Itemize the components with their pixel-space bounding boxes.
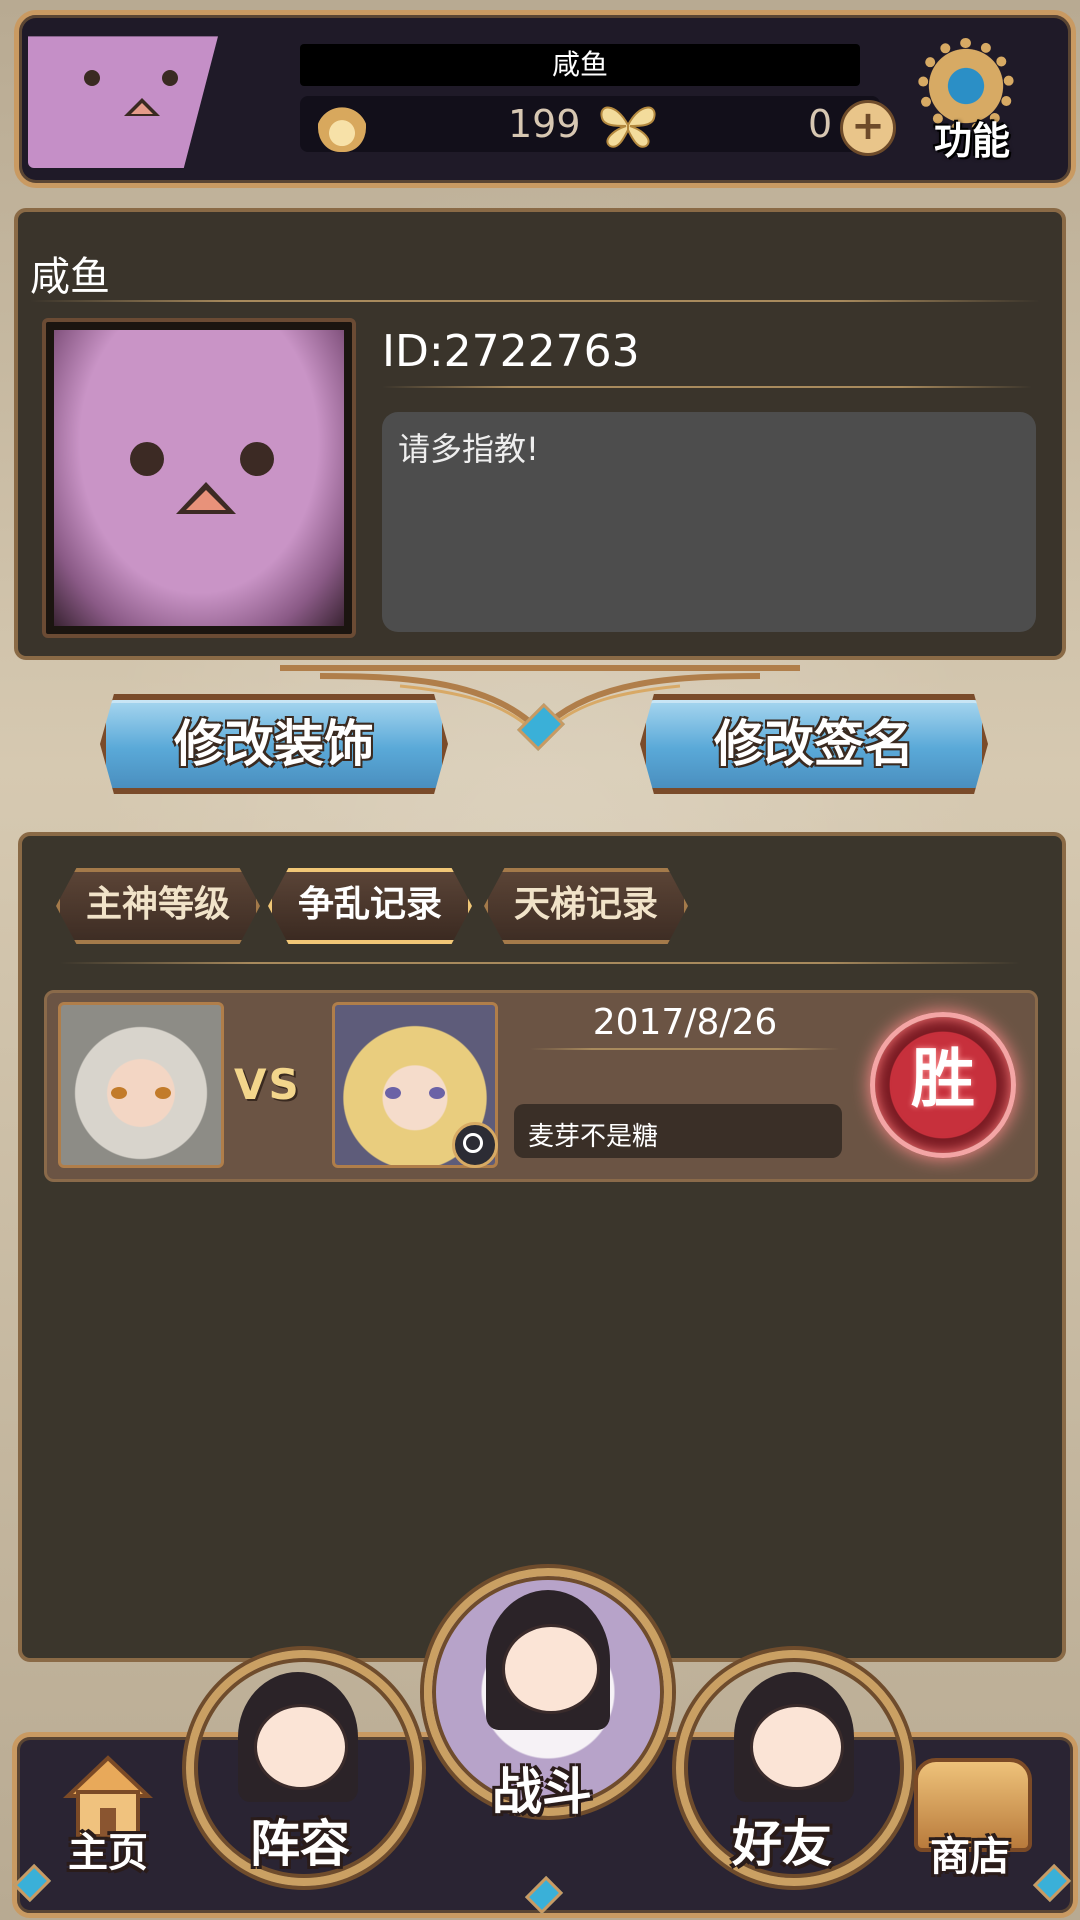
win-stamp: 胜 xyxy=(870,1012,1016,1158)
butterfly-currency-icon xyxy=(600,106,656,148)
chibi-face xyxy=(750,1704,844,1790)
avatar-eye xyxy=(240,442,274,476)
opponent-name: 麦芽不是糖 xyxy=(528,1122,659,1152)
player-id: ID:2722763 xyxy=(382,326,640,377)
tab-ladder-records[interactable]: 天梯记录 xyxy=(484,868,688,944)
add-currency-button[interactable]: + xyxy=(840,100,896,156)
function-button-label[interactable]: 功能 xyxy=(922,110,1022,165)
avatar-mouth xyxy=(124,98,160,116)
edit-decoration-button[interactable]: 修改装饰 xyxy=(100,694,448,794)
avatar-mouth xyxy=(176,482,236,514)
flame-currency-icon xyxy=(318,98,366,152)
signature-text: 请多指教! xyxy=(398,430,539,468)
records-panel xyxy=(18,832,1066,1662)
portrait-eye xyxy=(155,1087,171,1099)
magnifier-icon[interactable] xyxy=(452,1122,498,1168)
nav-shop-label[interactable]: 商店 xyxy=(930,1824,1010,1882)
divider-line xyxy=(530,1048,840,1050)
portrait-eye xyxy=(111,1087,127,1099)
chibi-face xyxy=(502,1624,600,1714)
player-avatar-large[interactable] xyxy=(42,318,356,638)
currency-main-value: 199 xyxy=(508,102,581,146)
divider-line xyxy=(30,300,1040,302)
nav-friends-label[interactable]: 好友 xyxy=(732,1804,832,1876)
profile-name: 咸鱼 xyxy=(30,254,110,300)
vs-label: VS xyxy=(234,1060,301,1109)
divider-line xyxy=(60,962,1020,964)
record-date: 2017/8/26 xyxy=(592,1002,778,1043)
nav-home-label[interactable]: 主页 xyxy=(68,1820,148,1878)
currency-bar xyxy=(300,96,880,152)
avatar-eye xyxy=(130,442,164,476)
edit-signature-button[interactable]: 修改签名 xyxy=(640,694,988,794)
portrait-eye xyxy=(429,1087,445,1099)
avatar-eye xyxy=(84,70,100,86)
avatar-image xyxy=(54,330,344,626)
tab-god-level[interactable]: 主神等级 xyxy=(56,868,260,944)
divider-line xyxy=(382,386,1032,388)
player-character-portrait xyxy=(58,1002,224,1168)
currency-secondary-value: 0 xyxy=(808,102,833,146)
nav-battle-label[interactable]: 战斗 xyxy=(492,1752,592,1824)
chibi-face xyxy=(254,1704,348,1790)
player-name-header: 咸鱼 xyxy=(300,44,860,86)
nav-lineup-label[interactable]: 阵容 xyxy=(250,1804,350,1876)
avatar-eye xyxy=(162,70,178,86)
tab-battle-records[interactable]: 争乱记录 xyxy=(268,868,472,944)
portrait-eye xyxy=(385,1087,401,1099)
